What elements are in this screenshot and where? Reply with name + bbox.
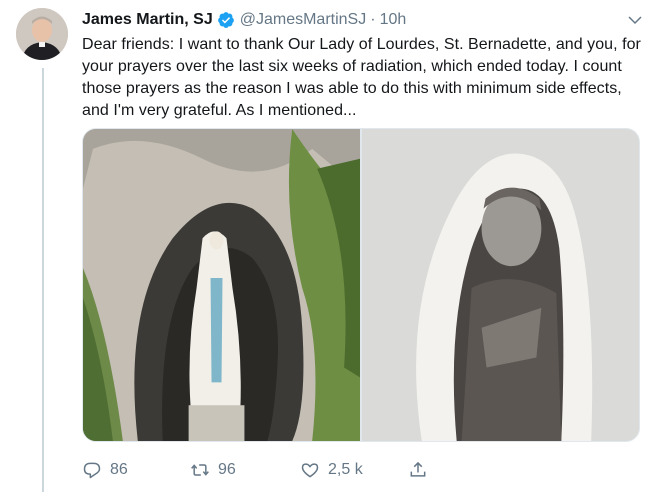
retweet-count: 96 xyxy=(218,461,236,478)
tweet-text: Dear friends: I want to thank Our Lady o… xyxy=(82,36,641,119)
tweet-actions: 86 96 2,5 k xyxy=(82,458,482,482)
avatar[interactable] xyxy=(16,8,68,60)
thread-line xyxy=(42,68,44,492)
reply-count: 86 xyxy=(110,461,128,478)
like-icon xyxy=(301,463,319,478)
retweet-icon xyxy=(191,464,209,476)
author-name[interactable]: James Martin, SJ xyxy=(82,11,213,29)
retweet-button[interactable]: 96 xyxy=(190,460,236,480)
reply-icon xyxy=(83,462,101,479)
media-grid xyxy=(82,128,640,442)
photo-grotto-statue[interactable] xyxy=(83,129,360,441)
tweet-timestamp[interactable]: 10h xyxy=(380,11,407,29)
avatar-image xyxy=(16,8,68,60)
verified-badge-icon xyxy=(217,11,235,29)
like-count: 2,5 k xyxy=(328,461,363,478)
share-button[interactable] xyxy=(408,460,436,480)
like-button[interactable]: 2,5 k xyxy=(300,460,363,480)
author-handle[interactable]: @JamesMartinSJ xyxy=(240,11,367,29)
reply-button[interactable]: 86 xyxy=(82,460,128,480)
separator-dot: · xyxy=(370,11,376,28)
share-icon xyxy=(410,461,426,477)
photo-bernadette-portrait[interactable] xyxy=(362,129,639,441)
chevron-down-icon[interactable] xyxy=(626,11,644,29)
tweet-header: James Martin, SJ @JamesMartinSJ · 10h xyxy=(82,9,644,31)
